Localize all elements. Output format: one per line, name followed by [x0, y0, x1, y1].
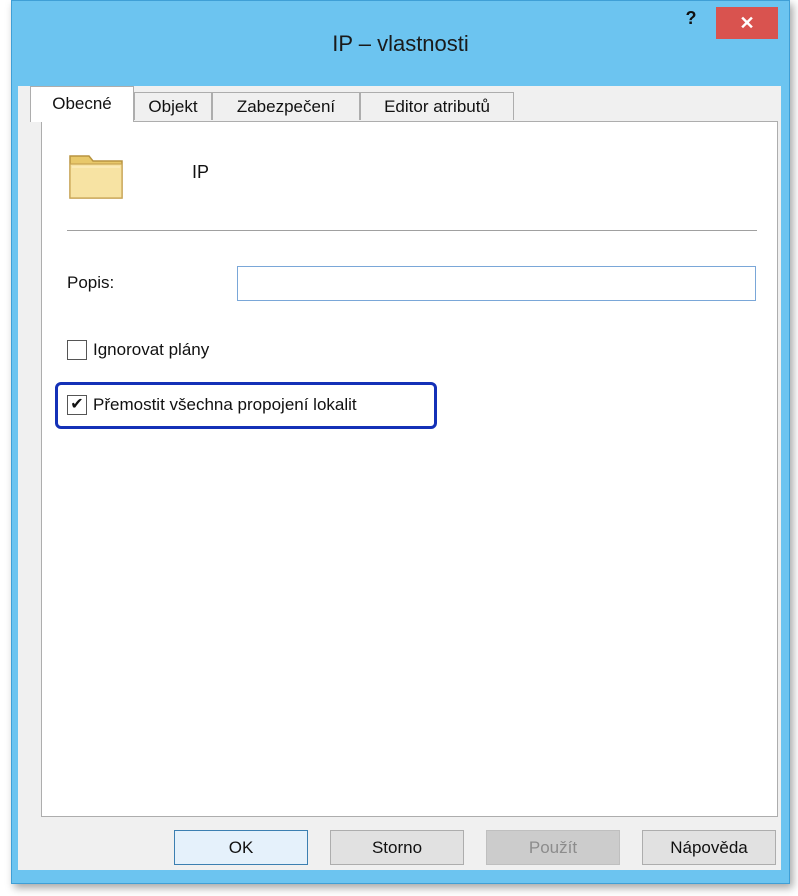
window-title: IP – vlastnosti — [332, 31, 469, 56]
bridge-all-links-checkbox[interactable]: ✔ — [67, 395, 87, 415]
close-button[interactable]: ✕ — [716, 7, 778, 39]
tab-general[interactable]: Obecné — [30, 86, 134, 122]
ignore-schedules-label: Ignorovat plány — [93, 340, 210, 359]
ignore-schedules-checkbox[interactable] — [67, 340, 87, 360]
folder-icon — [69, 155, 123, 199]
tab-security[interactable]: Zabezpečení — [212, 92, 360, 120]
apply-button[interactable]: Použít — [486, 830, 620, 865]
help-icon[interactable]: ? — [680, 7, 702, 29]
description-label: Popis: — [67, 273, 115, 292]
general-tab-panel — [41, 121, 778, 817]
bridge-all-links-label: Přemostit všechna propojení lokalit — [93, 395, 357, 414]
tab-object[interactable]: Objekt — [134, 92, 212, 120]
bridge-all-links-option[interactable]: ✔ Přemostit všechna propojení lokalit — [67, 395, 357, 415]
ignore-schedules-option[interactable]: Ignorovat plány — [67, 340, 209, 360]
description-input[interactable] — [237, 266, 756, 301]
checkmark-icon: ✔ — [70, 396, 84, 413]
ok-button[interactable]: OK — [174, 830, 308, 865]
divider — [67, 230, 757, 231]
help-button[interactable]: Nápověda — [642, 830, 776, 865]
cancel-button[interactable]: Storno — [330, 830, 464, 865]
tab-attribute-editor[interactable]: Editor atributů — [360, 92, 514, 120]
object-name: IP — [192, 162, 210, 182]
